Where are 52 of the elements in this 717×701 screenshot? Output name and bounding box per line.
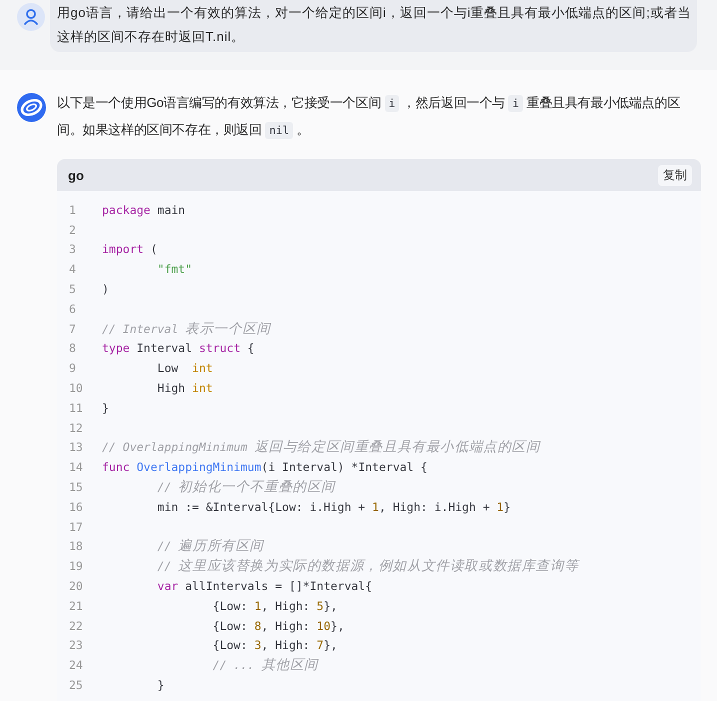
- code-line: Low int: [156, 361, 213, 376]
- line-number: 12: [68, 420, 84, 435]
- line-number: 16: [68, 500, 84, 514]
- code-line: // 这里应该替换为实际的数据源，例如从文件读取或数据库查询等: [156, 557, 579, 576]
- line-number: 2: [68, 222, 77, 237]
- code-line: // 遍历所有区间: [156, 537, 264, 556]
- line-number: 13: [68, 440, 84, 454]
- code-line: func OverlappingMinimum(i Interval) *Interval {: [102, 460, 428, 474]
- line-number: 19: [68, 559, 84, 574]
- line-number: 5: [68, 282, 77, 296]
- code-line: // OverlappingMinimum 返回与给定区间重叠且具有最小低端点的区间: [102, 438, 540, 456]
- person-avatar-icon: [17, 3, 45, 31]
- orbit-logo-icon: [17, 93, 46, 122]
- line-number: 11: [68, 400, 84, 415]
- code-line: var allIntervals = []*Interval{: [156, 579, 372, 594]
- line-number: 17: [68, 520, 84, 534]
- language-label: go: [68, 168, 84, 182]
- line-number: 3: [68, 242, 77, 256]
- code-line: }: [156, 678, 164, 692]
- code-line: {Low: 8, High: 10},: [212, 618, 344, 633]
- line-number: 1: [68, 202, 77, 217]
- code-line: // ... 其他区间: [212, 656, 318, 674]
- code-line: }: [102, 400, 109, 415]
- code-line: {Low: 1, High: 5},: [212, 598, 338, 613]
- line-number: 14: [68, 460, 84, 474]
- answer-text: 以下是一个使用Go语言编写的有效算法，它接受一个区间 i ，然后返回一个与 i 重叠且具有最小低端点的区间。如果这样的区间不存在，则返回 nil 。: [57, 94, 682, 141]
- line-number: 8: [68, 341, 77, 356]
- line-number: 4: [68, 262, 77, 276]
- code-line: type Interval struct {: [102, 341, 254, 356]
- line-number: 20: [68, 579, 84, 594]
- question-text: 用go语言，请给出一个有效的算法，对一个给定的区间i，返回一个与i重叠且具有最小低端点的区间;或者当这样的区间不存在时返回T.nil。: [57, 4, 692, 46]
- code-line: ): [102, 282, 109, 296]
- line-number: 24: [68, 658, 84, 672]
- code-line: // Interval 表示一个区间: [102, 320, 271, 338]
- line-number: 18: [68, 539, 84, 554]
- line-number: 21: [68, 598, 84, 613]
- line-number: 9: [68, 361, 77, 376]
- code-line: min := &Interval{Low: i.High + 1, High: i.High + 1}: [156, 500, 511, 514]
- line-number: 7: [68, 322, 77, 336]
- line-number: 25: [68, 678, 84, 692]
- line-number: 15: [68, 480, 84, 494]
- code-line: {Low: 3, High: 7},: [212, 638, 338, 652]
- line-number: 23: [68, 638, 84, 652]
- line-number: 10: [68, 381, 84, 396]
- code-line: // 初始化一个不重叠的区间: [156, 478, 336, 496]
- copy-button[interactable]: 复制: [658, 164, 692, 186]
- line-number: 6: [68, 302, 77, 316]
- code-line: High int: [156, 381, 213, 396]
- code-line: "fmt": [156, 262, 192, 276]
- line-number: 22: [68, 618, 84, 633]
- code-line: package main: [102, 202, 186, 217]
- code-line: import (: [102, 242, 158, 256]
